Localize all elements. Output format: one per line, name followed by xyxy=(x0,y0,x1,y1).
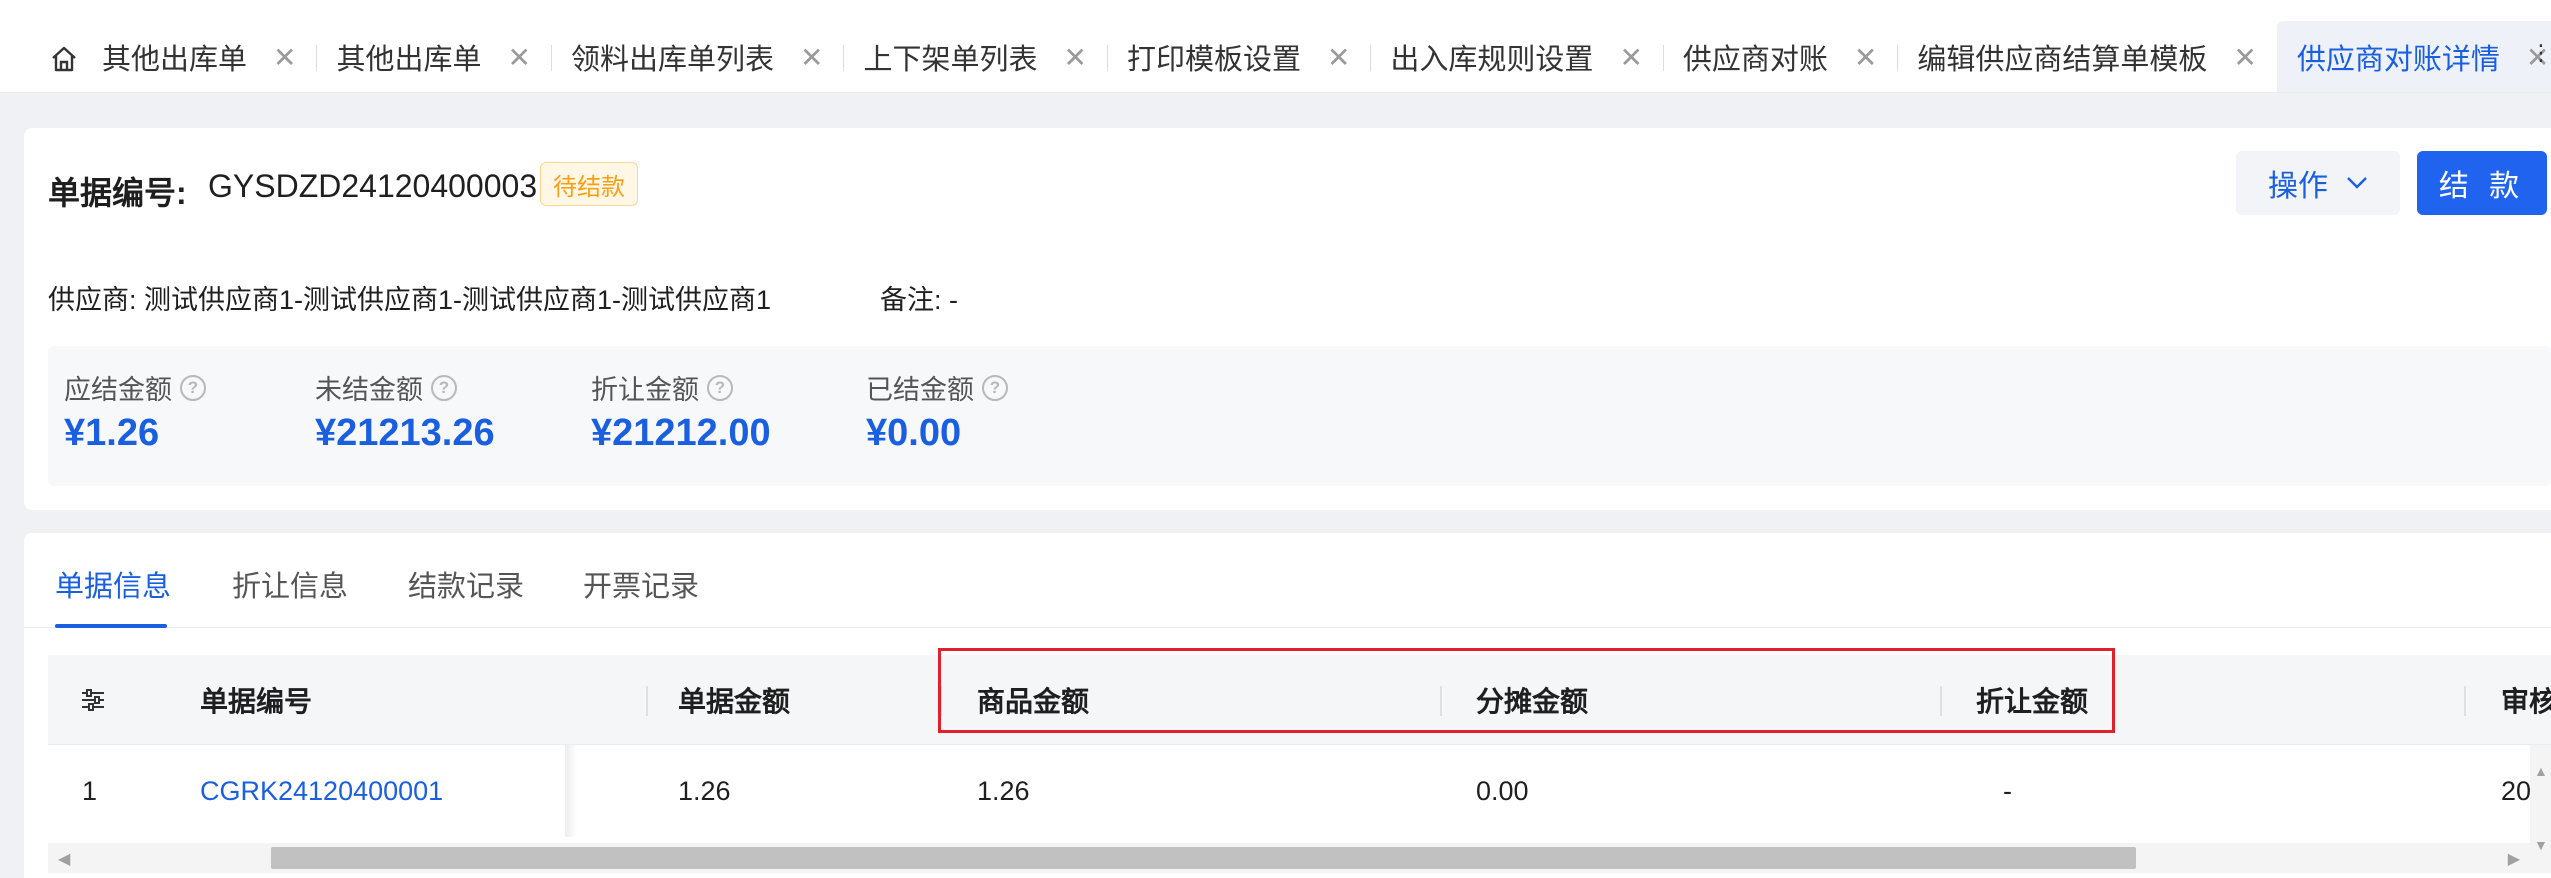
stat-value: ¥1.26 xyxy=(64,412,160,454)
close-icon[interactable]: ✕ xyxy=(1327,41,1350,74)
remark-info: 备注: - xyxy=(880,285,958,315)
settle-payment-button[interactable]: 结 款 xyxy=(2417,151,2547,215)
doc-number-link[interactable]: CGRK24120400001 xyxy=(200,745,443,837)
question-circle-icon[interactable]: ? xyxy=(982,374,1008,401)
audit-time-cell: 20 xyxy=(2501,775,2531,806)
column-header-alloc-amount[interactable]: 分摊金额 xyxy=(1476,655,1588,745)
close-icon[interactable]: ✕ xyxy=(800,41,823,74)
more-tabs-icon[interactable]: ⋮ xyxy=(2530,40,2551,66)
tab-other-outbound[interactable]: 其他出库单 ✕ xyxy=(316,21,550,92)
column-header-doc-amount[interactable]: 单据金额 xyxy=(678,655,790,745)
doc-number-value: GYSDZD24120400003 xyxy=(208,168,538,204)
tab-material-outbound-list[interactable]: 领料出库单列表 ✕ xyxy=(550,21,843,92)
tab-list: 其他出库单 ✕ 其他出库单 ✕ 领料出库单列表 ✕ 上下架单列表 ✕ 打印模板设… xyxy=(102,0,2551,92)
scroll-left-icon[interactable]: ◀ xyxy=(58,849,70,869)
supplier-info: 供应商: 测试供应商1-测试供应商1-测试供应商1-测试供应商1 xyxy=(48,285,772,315)
close-icon[interactable]: ✕ xyxy=(1063,41,1086,74)
column-divider[interactable] xyxy=(2464,686,2466,716)
scroll-up-icon[interactable]: ▲ xyxy=(2534,763,2548,779)
fixed-column-shadow xyxy=(565,745,577,837)
close-icon[interactable]: ✕ xyxy=(273,41,296,74)
tab-label: 供应商对账 xyxy=(1682,44,1828,76)
column-header-audit-time[interactable]: 审核时间 xyxy=(2501,655,2551,745)
alloc-amount-cell: 0.00 xyxy=(1476,775,1529,806)
amount-summary: 应结金额 ? ¥1.26 未结金额 ? ¥21213.26 折让金额 ? ¥21… xyxy=(48,346,2551,486)
stat-label: 应结金额 xyxy=(64,375,172,405)
tab-document-info[interactable]: 单据信息 xyxy=(55,563,171,605)
status-badge: 待结款 xyxy=(540,162,638,206)
close-icon[interactable]: ✕ xyxy=(1619,41,1642,74)
tab-edit-settlement-template[interactable]: 编辑供应商结算单模板 ✕ xyxy=(1897,21,2276,92)
tab-discount-info[interactable]: 折让信息 xyxy=(232,563,348,605)
chevron-down-icon xyxy=(2347,177,2367,189)
column-divider[interactable] xyxy=(1440,686,1442,716)
tab-label: 供应商对账详情 xyxy=(2296,44,2500,76)
tab-supplier-reconciliation[interactable]: 供应商对账 ✕ xyxy=(1662,21,1897,92)
detail-card: 单据信息 折让信息 结款记录 开票记录 单据编号 单据金额 商品金额 分摊金额 … xyxy=(24,533,2551,878)
tab-label: 其他出库单 xyxy=(102,44,248,76)
column-divider[interactable] xyxy=(1940,686,1942,716)
doc-amount-cell: 1.26 xyxy=(678,775,731,806)
stat-value: ¥21213.26 xyxy=(315,412,495,454)
column-divider[interactable] xyxy=(940,686,942,716)
tab-label: 上下架单列表 xyxy=(863,44,1038,76)
column-settings-icon[interactable] xyxy=(78,685,108,715)
tab-label: 其他出库单 xyxy=(336,44,482,76)
goods-amount-cell: 1.26 xyxy=(977,775,1030,806)
table-header: 单据编号 单据金额 商品金额 分摊金额 折让金额 审核时间 xyxy=(48,655,2551,745)
stat-label: 已结金额 xyxy=(866,375,974,405)
table-row: 1 CGRK24120400001 1.26 1.26 0.00 - 20 xyxy=(48,745,2551,837)
scrollbar-thumb[interactable] xyxy=(271,847,2136,869)
discount-amount-cell: - xyxy=(2003,775,2012,806)
stat-value: ¥21212.00 xyxy=(591,412,771,454)
close-icon[interactable]: ✕ xyxy=(2233,41,2256,74)
stat-label: 未结金额 xyxy=(315,375,423,405)
column-header-goods-amount[interactable]: 商品金额 xyxy=(977,655,1089,745)
question-circle-icon[interactable]: ? xyxy=(180,374,206,401)
tab-label: 领料出库单列表 xyxy=(570,44,774,76)
close-icon[interactable]: ✕ xyxy=(1854,41,1877,74)
column-divider[interactable] xyxy=(646,686,648,716)
column-header-discount-amount[interactable]: 折让金额 xyxy=(1976,655,2088,745)
home-icon[interactable] xyxy=(34,34,94,84)
tab-label: 编辑供应商结算单模板 xyxy=(1917,44,2208,76)
scroll-right-icon[interactable]: ▶ xyxy=(2508,849,2520,869)
document-header-card: 单据编号: GYSDZD24120400003 待结款 操作 结 款 供应商: … xyxy=(24,128,2551,510)
vertical-scrollbar[interactable]: ▲ ▼ xyxy=(2530,745,2551,873)
detail-tabs: 单据信息 折让信息 结款记录 开票记录 xyxy=(24,533,2551,628)
stat-value: ¥0.00 xyxy=(866,412,962,454)
tab-print-template-settings[interactable]: 打印模板设置 ✕ xyxy=(1106,21,1370,92)
stat-label: 折让金额 xyxy=(591,375,699,405)
question-circle-icon[interactable]: ? xyxy=(707,374,733,401)
scroll-down-icon[interactable]: ▼ xyxy=(2534,837,2548,853)
tab-payment-records[interactable]: 结款记录 xyxy=(408,563,524,605)
tab-invoice-records[interactable]: 开票记录 xyxy=(583,563,699,605)
active-tab-indicator xyxy=(55,624,167,628)
question-circle-icon[interactable]: ? xyxy=(431,374,457,401)
tab-label: 出入库规则设置 xyxy=(1390,44,1594,76)
operations-dropdown-button[interactable]: 操作 xyxy=(2236,151,2400,215)
tab-label: 打印模板设置 xyxy=(1126,44,1301,76)
tab-supplier-reconciliation-detail[interactable]: 供应商对账详情 ✕ xyxy=(2276,21,2551,92)
row-index: 1 xyxy=(82,775,98,806)
tab-inout-rule-settings[interactable]: 出入库规则设置 ✕ xyxy=(1370,21,1662,92)
column-header-doc-no[interactable]: 单据编号 xyxy=(200,655,312,745)
operations-label: 操作 xyxy=(2268,170,2328,203)
tab-shelving-list[interactable]: 上下架单列表 ✕ xyxy=(843,21,1106,92)
tab-other-outbound-partial[interactable]: 其他出库单 ✕ xyxy=(102,21,316,92)
doc-number-label: 单据编号: xyxy=(48,175,187,211)
horizontal-scrollbar[interactable]: ◀ ▶ xyxy=(48,843,2530,873)
close-icon[interactable]: ✕ xyxy=(508,41,531,74)
tab-bar: 其他出库单 ✕ 其他出库单 ✕ 领料出库单列表 ✕ 上下架单列表 ✕ 打印模板设… xyxy=(0,0,2551,93)
